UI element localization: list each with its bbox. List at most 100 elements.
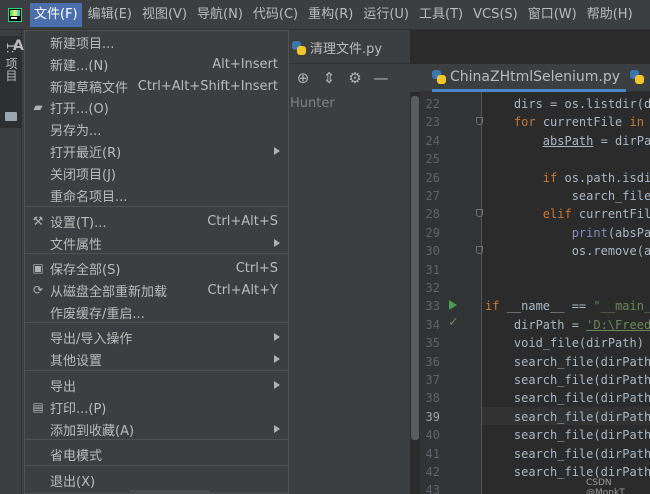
menu-item-invalidate-caches[interactable]: 作废缓存/重启...	[25, 301, 288, 323]
menu-item-label: 另存为...	[50, 123, 102, 139]
menu-item-label: 打印...(P)	[50, 401, 107, 417]
menu-tools[interactable]: 工具(T)	[415, 3, 467, 27]
menu-window[interactable]: 窗口(W)	[524, 3, 581, 27]
menu-view[interactable]: 视图(V)	[138, 3, 191, 27]
menu-item-reload-from-disk[interactable]: ⟳ 从磁盘全部重新加载 Ctrl+Alt+Y	[25, 279, 288, 301]
code-line: if os.path.isdir	[485, 171, 650, 185]
reload-icon: ⟳	[32, 283, 44, 297]
tab-chinaz-html-selenium-label: ChinaZHtmlSelenium.py	[450, 68, 621, 85]
code-line: search_file(dirPath,	[485, 391, 650, 405]
code-token: search_file(dirPath,	[513, 391, 650, 405]
fold-icon[interactable]	[476, 246, 483, 254]
menu-item-export-import-settings[interactable]: 导出/导入操作	[25, 326, 288, 348]
menu-item-add-to-favorites[interactable]: 添加到收藏(A)	[25, 418, 288, 440]
folder-icon: ▰	[33, 100, 43, 114]
code-line: os.remove(ab	[485, 244, 650, 258]
gear-icon[interactable]: ⚙	[342, 64, 368, 92]
code-token: currentFile	[542, 115, 630, 129]
menu-item-label: 作废缓存/重启...	[50, 306, 145, 322]
menu-item-save-as[interactable]: 另存为...	[25, 118, 288, 140]
menu-item-label: 新建项目...	[50, 36, 115, 52]
check-icon: ✓	[448, 315, 459, 330]
menu-help[interactable]: 帮助(H)	[583, 3, 637, 27]
menu-item-new-project[interactable]: 新建项目...	[25, 31, 288, 53]
menu-item-exit[interactable]: 退出(X)	[25, 469, 288, 491]
python-file-icon	[292, 40, 306, 55]
line-number: 30	[425, 244, 440, 258]
code-token: if	[542, 171, 565, 185]
project-toolbar: ⊕ ⇕ ⚙ —	[290, 64, 420, 92]
menu-separator	[25, 465, 288, 466]
line-number: 33	[425, 299, 440, 313]
menu-item-close-project[interactable]: 关闭项目(J)	[25, 162, 288, 184]
menu-run[interactable]: 运行(U)	[359, 3, 413, 27]
submenu-arrow-icon	[274, 239, 280, 247]
code-token: (absPat	[607, 226, 650, 240]
menu-item-open[interactable]: ▰ 打开...(O)	[25, 96, 288, 118]
menu-item-label: 关闭项目(J)	[50, 167, 116, 183]
code-token: if	[485, 299, 507, 313]
menu-item-settings[interactable]: ⚒ 设置(T)... Ctrl+Alt+S	[25, 210, 288, 232]
line-number: 35	[425, 336, 440, 350]
menu-overflow-item	[130, 490, 210, 494]
menu-item-label: 从磁盘全部重新加载	[50, 284, 168, 300]
project-scrollbar[interactable]	[411, 96, 419, 440]
menu-item-file-properties[interactable]: 文件属性	[25, 232, 288, 254]
minimize-icon[interactable]: —	[368, 64, 394, 92]
line-number: 22	[425, 97, 440, 111]
python-file-icon[interactable]	[630, 70, 644, 84]
menu-item-label: 导出/导入操作	[50, 331, 133, 347]
menu-item-export[interactable]: 导出	[25, 374, 288, 396]
line-number: 24	[425, 134, 440, 148]
menu-file[interactable]: 文件(F)	[30, 2, 82, 27]
menu-edit[interactable]: 编辑(E)	[84, 3, 136, 27]
python-file-icon	[432, 69, 446, 84]
pycharm-logo-icon	[8, 7, 22, 22]
menu-navigate[interactable]: 导航(N)	[193, 3, 247, 27]
code-line: search_file(dirPath,	[485, 355, 650, 369]
fold-icon[interactable]	[476, 209, 483, 217]
menu-item-shortcut: Ctrl+Alt+Y	[207, 282, 278, 298]
project-tree-item[interactable]: Hunter	[290, 96, 335, 111]
menu-item-print[interactable]: ▤ 打印...(P)	[25, 396, 288, 418]
menu-item-other-settings[interactable]: 其他设置	[25, 348, 288, 370]
menu-code[interactable]: 代码(C)	[249, 3, 302, 27]
code-token: os.path.isdir	[564, 171, 650, 185]
menu-item-new-scratch-file[interactable]: 新建草稿文件 Ctrl+Alt+Shift+Insert	[25, 75, 288, 97]
menu-item-save-all[interactable]: ▣ 保存全部(S) Ctrl+S	[25, 257, 288, 279]
tab-chinaz-html-selenium[interactable]: ChinaZHtmlSelenium.py	[432, 64, 627, 92]
code-line: for currentFile in c	[485, 115, 650, 129]
tab-clean-file[interactable]: 清理文件.py	[292, 38, 382, 57]
fold-icon[interactable]	[476, 117, 483, 125]
locate-target-icon[interactable]: ⊕	[290, 64, 316, 92]
code-token: search_file(dirPath,	[513, 373, 650, 387]
line-number: 32	[425, 281, 440, 295]
code-token: 'D:\Freeda	[586, 318, 650, 332]
code-line: search_file(dirPath,	[485, 373, 650, 387]
line-number: 28	[425, 207, 440, 221]
menu-item-label: 其他设置	[50, 353, 103, 369]
wrench-icon: ⚒	[32, 214, 44, 228]
collapse-all-icon[interactable]: ⇕	[316, 64, 342, 92]
menu-item-rename-project[interactable]: 重命名项目...	[25, 184, 288, 206]
code-token: search_file(dirPath,	[513, 447, 650, 461]
line-number: 40	[425, 428, 440, 442]
run-icon[interactable]	[449, 300, 457, 310]
menu-item-label: 文件属性	[50, 237, 103, 253]
code-token: "__main__	[593, 299, 650, 313]
menu-vcs[interactable]: VCS(S)	[469, 3, 522, 27]
menu-item-shortcut: Alt+Insert	[212, 56, 278, 72]
menu-item-power-save-mode[interactable]: 省电模式	[25, 443, 288, 465]
code-token: dirs = os.listdir(di	[513, 97, 650, 111]
menu-item-new[interactable]: 新建...(N) Alt+Insert	[25, 53, 288, 75]
menu-item-open-recent[interactable]: 打开最近(R)	[25, 140, 288, 162]
menu-refactor[interactable]: 重构(R)	[304, 3, 357, 27]
